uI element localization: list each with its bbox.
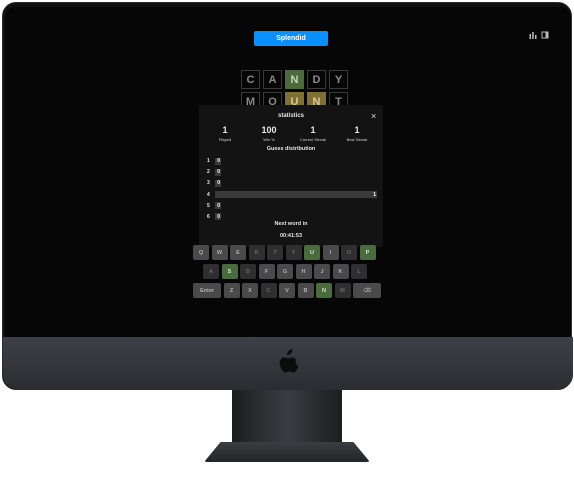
enter-key[interactable]: Enter xyxy=(193,283,221,298)
guess-number: 6 xyxy=(207,213,210,220)
countdown-timer: 00:41:53 xyxy=(279,233,303,239)
distribution-bar: 0 xyxy=(215,213,221,221)
key-y[interactable]: Y xyxy=(285,245,302,260)
monitor-chin xyxy=(3,337,573,389)
key-j[interactable]: J xyxy=(314,264,330,279)
key-q[interactable]: Q xyxy=(193,245,209,260)
distribution-bar: 0 xyxy=(215,168,221,176)
key-c[interactable]: C xyxy=(260,283,277,298)
key-r[interactable]: R xyxy=(248,245,265,260)
key-m[interactable]: M xyxy=(334,283,351,298)
distribution-row: 60 xyxy=(207,213,377,221)
board-tile: N xyxy=(285,70,304,89)
key-l[interactable]: L xyxy=(351,264,367,279)
stat-label: Best Streak xyxy=(346,137,368,142)
stats-row: 1 Played 100 Win % 1 Current Streak 1 Best Stre… xyxy=(205,125,377,142)
apple-logo-icon xyxy=(279,349,299,373)
key-o[interactable]: O xyxy=(341,245,357,260)
guess-number: 3 xyxy=(207,180,210,187)
key-u[interactable]: U xyxy=(304,245,320,260)
key-p[interactable]: P xyxy=(359,245,376,260)
key-k[interactable]: K xyxy=(332,264,349,279)
key-b[interactable]: B xyxy=(297,283,314,298)
stat-value: 100 xyxy=(261,125,277,135)
stand-foot xyxy=(204,442,370,462)
stat-label: Win % xyxy=(263,137,275,142)
key-i[interactable]: I xyxy=(322,245,339,260)
stat-value: 1 xyxy=(222,125,228,135)
next-word-label: Next word in xyxy=(274,221,308,227)
screen: Splendid CANDYMOUNT statistics × 1 Played… xyxy=(5,7,571,339)
keyboard-row: ASDFGHJKL xyxy=(203,264,381,279)
distribution-row: 20 xyxy=(207,168,377,176)
stat-item: 1 Best Streak xyxy=(337,125,377,142)
key-d[interactable]: D xyxy=(240,264,256,279)
distribution-bar: 0 xyxy=(215,179,221,187)
key-h[interactable]: H xyxy=(295,264,312,279)
key-v[interactable]: V xyxy=(279,283,295,298)
distribution-row: 30 xyxy=(207,179,377,187)
on-screen-keyboard: Q W E R T Y U I O P A S D F G H J K L Enter Z X C V B N M ⌫ xyxy=(193,245,381,302)
toast-message: Splendid xyxy=(254,31,328,46)
settings-icon[interactable] xyxy=(541,31,549,39)
guess-number: 1 xyxy=(207,158,210,164)
distribution-bar: 1 xyxy=(215,191,377,199)
stat-value: 1 xyxy=(354,125,360,135)
imac-monitor: Splendid CANDYMOUNT statistics × 1 Played… xyxy=(2,2,573,390)
stat-label: Current Streak xyxy=(299,137,326,142)
key-f[interactable]: F xyxy=(258,264,275,279)
stat-label: Played xyxy=(218,137,232,142)
stat-value: 1 xyxy=(310,125,316,135)
distribution-row: 50 xyxy=(207,202,377,210)
board-tile: C xyxy=(241,70,260,89)
key-n[interactable]: N xyxy=(316,283,332,298)
guess-number: 4 xyxy=(207,191,210,198)
distribution-bar: 0 xyxy=(215,157,221,165)
board-tile: Y xyxy=(329,70,348,89)
backspace-key[interactable]: ⌫ xyxy=(353,283,381,298)
keyboard-row: Enter Z X C V B N M ⌫ xyxy=(193,283,381,298)
stat-item: 1 Played xyxy=(205,125,245,142)
key-s[interactable]: S xyxy=(221,264,238,279)
key-g[interactable]: G xyxy=(277,264,293,279)
stat-item: 100 Win % xyxy=(249,125,289,142)
key-x[interactable]: X xyxy=(242,283,258,298)
modal-title: statistics xyxy=(277,113,304,119)
board-tile: D xyxy=(307,70,326,89)
distribution-title: Guess distribution xyxy=(266,146,316,152)
guess-distribution: 102030415060 xyxy=(207,157,377,224)
statistics-icon[interactable] xyxy=(529,31,537,39)
header-icons xyxy=(529,31,549,39)
key-z[interactable]: Z xyxy=(223,283,240,298)
distribution-bar: 0 xyxy=(215,202,221,210)
stand-neck xyxy=(232,390,342,446)
key-a[interactable]: A xyxy=(203,264,219,279)
key-w[interactable]: W xyxy=(211,245,228,260)
distribution-row: 10 xyxy=(207,157,377,165)
statistics-modal: statistics × 1 Played 100 Win % 1 Current Str… xyxy=(199,105,383,247)
guess-number: 5 xyxy=(207,202,210,209)
stat-item: 1 Current Streak xyxy=(293,125,333,142)
key-e[interactable]: E xyxy=(230,245,246,260)
guess-number: 2 xyxy=(207,169,210,176)
key-t[interactable]: T xyxy=(267,245,283,260)
board-tile: A xyxy=(263,70,282,89)
close-icon[interactable]: × xyxy=(371,111,376,121)
keyboard-row: QWERTYUIOP xyxy=(193,245,381,260)
distribution-row: 41 xyxy=(207,191,377,199)
